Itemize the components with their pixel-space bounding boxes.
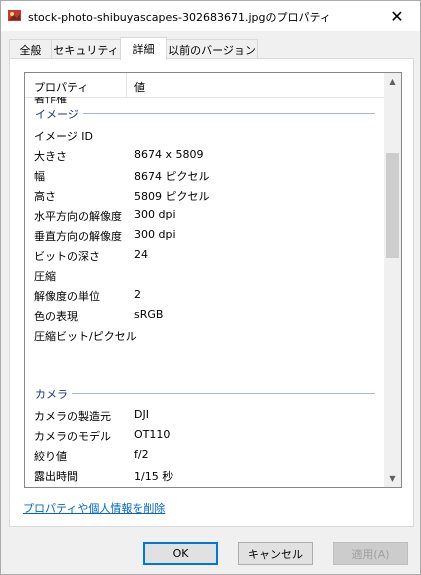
- window-title: stock-photo-shibuyascapes-302683671.jpgの…: [28, 11, 331, 24]
- column-header-property[interactable]: プロパティ: [34, 79, 88, 95]
- property-name: イメージ ID: [34, 130, 93, 143]
- property-name: 絞り値: [34, 450, 67, 463]
- close-button[interactable]: ✕: [374, 1, 420, 31]
- group-label: イメージ: [35, 106, 83, 122]
- property-name: 色の表現: [34, 310, 78, 323]
- scroll-down-arrow[interactable]: ▼: [384, 470, 401, 487]
- scroll-thumb[interactable]: [386, 153, 399, 258]
- property-name: ビットの深さ: [34, 250, 100, 263]
- column-divider[interactable]: [126, 73, 127, 97]
- property-value[interactable]: sRGB: [134, 308, 163, 321]
- property-value[interactable]: DJI: [134, 408, 149, 421]
- property-name: 大きさ: [34, 150, 67, 163]
- property-name: 幅: [34, 170, 45, 183]
- property-name: 高さ: [34, 190, 56, 203]
- property-row[interactable]: 垂直方向の解像度 300 dpi: [25, 225, 385, 245]
- property-name: 圧縮: [34, 270, 56, 283]
- property-row[interactable]: 解像度の単位 2: [25, 285, 385, 305]
- property-row[interactable]: ビットの深さ 24: [25, 245, 385, 265]
- list-header: プロパティ 値: [25, 73, 386, 98]
- property-value[interactable]: 2: [134, 288, 141, 301]
- property-row[interactable]: 大きさ 8674 x 5809: [25, 145, 385, 165]
- tab-general[interactable]: 全般: [9, 39, 52, 59]
- property-row[interactable]: イメージ ID: [25, 125, 385, 145]
- remove-properties-link[interactable]: プロパティや個人情報を削除: [23, 500, 165, 516]
- close-icon: ✕: [390, 6, 404, 26]
- property-value[interactable]: f/2: [134, 448, 149, 461]
- property-value[interactable]: 24: [134, 248, 148, 261]
- chevron-down-icon: ▼: [389, 474, 396, 483]
- property-row[interactable]: 幅 8674 ピクセル: [25, 165, 385, 185]
- property-rows: イメージ イメージ ID 大きさ 8674 x 5809 幅 8674 ピクセル高さ 58…: [25, 105, 385, 485]
- property-value[interactable]: 8674 x 5809: [134, 148, 204, 161]
- property-value[interactable]: 300 dpi: [134, 208, 176, 221]
- property-name: 露出時間: [34, 470, 78, 483]
- property-row[interactable]: 圧縮: [25, 265, 385, 285]
- vertical-scrollbar[interactable]: ▲ ▼: [384, 73, 401, 487]
- apply-button[interactable]: 適用(A): [333, 542, 408, 565]
- property-row[interactable]: 高さ 5809 ピクセル: [25, 185, 385, 205]
- property-row[interactable]: 色の表現 sRGB: [25, 305, 385, 325]
- property-name: カメラの製造元: [34, 410, 111, 423]
- property-value[interactable]: 8674 ピクセル: [134, 168, 210, 184]
- property-name: 垂直方向の解像度: [34, 230, 122, 243]
- property-row[interactable]: 露出時間 1/15 秒: [25, 465, 385, 485]
- property-row[interactable]: 絞り値 f/2: [25, 445, 385, 465]
- property-row[interactable]: 水平方向の解像度 300 dpi: [25, 205, 385, 225]
- property-row[interactable]: カメラのモデル OT110: [25, 425, 385, 445]
- property-name: カメラのモデル: [34, 430, 111, 443]
- cancel-button[interactable]: キャンセル: [238, 542, 313, 565]
- property-name: 水平方向の解像度: [34, 210, 122, 223]
- properties-window: stock-photo-shibuyascapes-302683671.jpgの…: [0, 0, 421, 575]
- property-name: 解像度の単位: [34, 290, 100, 303]
- column-header-value[interactable]: 値: [134, 79, 145, 95]
- title-bar: stock-photo-shibuyascapes-302683671.jpgの…: [1, 1, 420, 31]
- property-row[interactable]: カメラの製造元 DJI: [25, 405, 385, 425]
- image-file-icon: [7, 7, 23, 23]
- tab-security[interactable]: セキュリティ: [51, 39, 121, 59]
- details-panel: プロパティ 値 著作権 イメージ イメージ ID 大きさ 8674 x 5809 幅 8…: [9, 58, 414, 527]
- group-header-camera: カメラ: [35, 385, 375, 403]
- clipped-row: 著作権: [34, 97, 67, 105]
- group-label: カメラ: [35, 386, 72, 402]
- property-value[interactable]: OT110: [134, 428, 170, 441]
- property-value[interactable]: 1/15 秒: [134, 468, 173, 484]
- property-name: 圧縮ビット/ピクセル: [34, 330, 137, 343]
- property-value[interactable]: 300 dpi: [134, 228, 176, 241]
- tab-previous-versions[interactable]: 以前のバージョン: [166, 39, 258, 59]
- property-list[interactable]: プロパティ 値 著作権 イメージ イメージ ID 大きさ 8674 x 5809 幅 8…: [24, 72, 402, 488]
- group-header-image: イメージ: [35, 105, 375, 123]
- property-value[interactable]: 5809 ピクセル: [134, 188, 210, 204]
- chevron-up-icon: ▲: [389, 77, 396, 86]
- tab-details[interactable]: 詳細: [120, 37, 167, 60]
- scroll-up-arrow[interactable]: ▲: [384, 73, 401, 90]
- ok-button[interactable]: OK: [143, 542, 218, 565]
- property-row[interactable]: 圧縮ビット/ピクセル: [25, 325, 385, 345]
